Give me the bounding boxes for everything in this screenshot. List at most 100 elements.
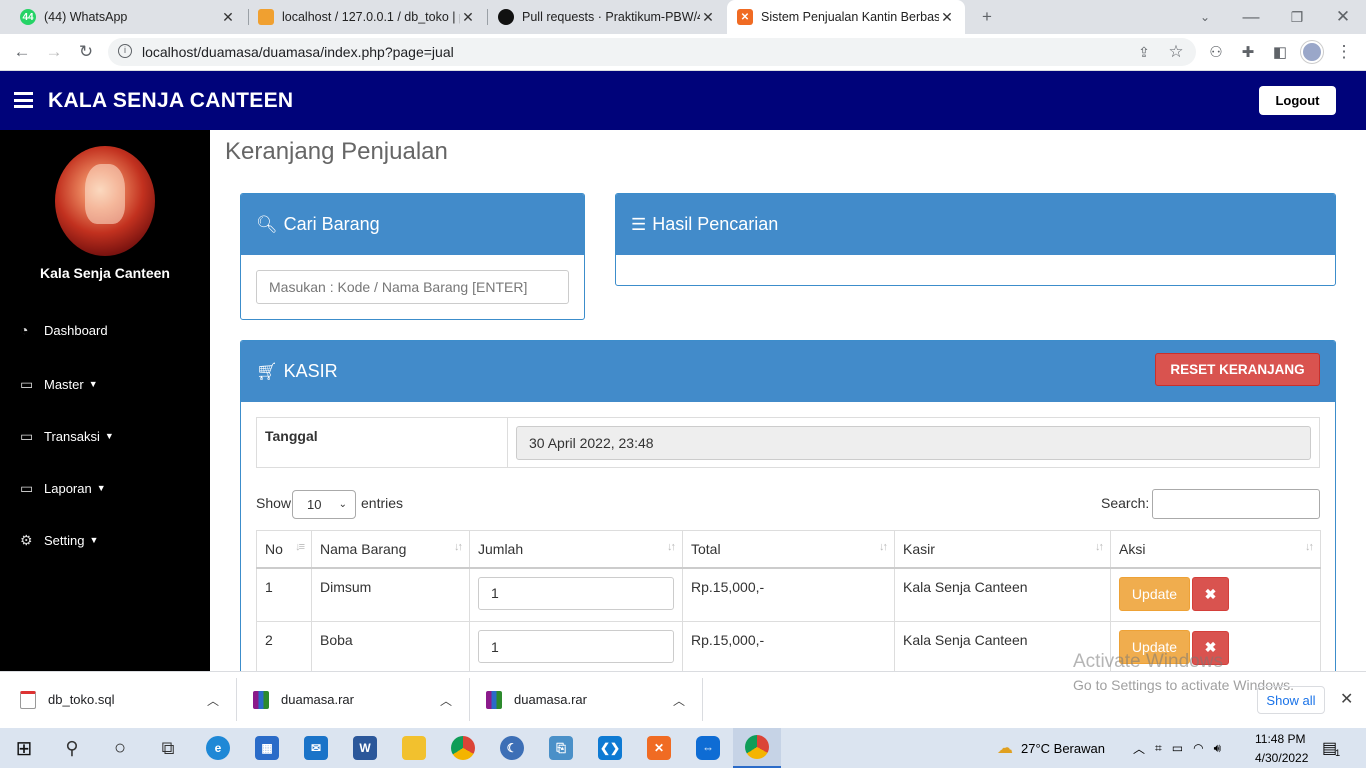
cortana-icon: ○ xyxy=(113,736,127,759)
sort-icon: ↓↑ xyxy=(667,541,676,553)
xampp-icon: ✕ xyxy=(737,9,753,25)
phpmyadmin-icon xyxy=(258,9,274,25)
address-bar[interactable]: i localhost/duamasa/duamasa/index.php?pa… xyxy=(108,38,1196,66)
logout-button[interactable]: Logout xyxy=(1259,86,1336,115)
clock-time[interactable]: 11:48 PM xyxy=(1255,730,1305,748)
taskbar-file-explorer[interactable] xyxy=(390,728,438,768)
close-window-button[interactable]: ✕ xyxy=(1329,3,1357,31)
column-header-total[interactable]: Total ↓↑ xyxy=(682,530,895,569)
sidebar-item-laporan[interactable]: ▭ Laporan ▼ xyxy=(20,478,106,498)
search-input[interactable]: Masukan : Kode / Nama Barang [ENTER] xyxy=(256,270,569,304)
taskbar-app[interactable]: ☾ xyxy=(488,728,536,768)
brand-title[interactable]: KALA SENJA CANTEEN xyxy=(48,89,293,113)
sidebar-item-master[interactable]: ▭ Master ▼ xyxy=(20,374,98,394)
teamviewer-icon: ⇔ xyxy=(696,736,720,760)
chevron-down-icon: ▼ xyxy=(104,431,114,441)
chevron-up-icon[interactable]: ︿ xyxy=(207,692,219,709)
sidebar-item-transaksi[interactable]: ▭ Transaksi ▼ xyxy=(20,426,114,446)
entries-select[interactable]: 10 ⌄ xyxy=(292,490,356,519)
update-button[interactable]: Update xyxy=(1119,576,1190,611)
cell-kasir: Kala Senja Canteen xyxy=(894,567,1111,622)
browser-tab-phpmyadmin[interactable]: localhost / 127.0.0.1 / db_toko | p ✕ xyxy=(248,0,486,34)
taskbar-xampp[interactable]: ✕ xyxy=(635,728,683,768)
extensions-button[interactable]: ✚ xyxy=(1234,38,1262,66)
taskbar-store[interactable]: ▦ xyxy=(243,728,291,768)
download-item[interactable]: db_toko.sql ︿ xyxy=(20,671,235,728)
entries-label: entries xyxy=(361,495,404,511)
download-divider xyxy=(236,678,237,721)
column-header-nama[interactable]: Nama Barang ↓↑ xyxy=(311,530,470,569)
reload-icon: ↻ xyxy=(78,42,94,61)
restore-button[interactable]: ❐ xyxy=(1283,3,1311,31)
quantity-input[interactable]: 1 xyxy=(478,576,674,610)
new-tab-button[interactable]: + xyxy=(973,3,1001,31)
column-header-kasir[interactable]: Kasir ↓↑ xyxy=(894,530,1111,569)
sidebar-item-label: Setting xyxy=(44,532,85,548)
tray-icons[interactable]: ︿ ⌗ ▭ ◠ 🔊︎ xyxy=(1133,728,1221,768)
volume-icon: 🔊︎ xyxy=(1213,740,1222,755)
browser-tab-whatsapp[interactable]: 44 (44) WhatsApp ✕ xyxy=(10,0,246,34)
cell-aksi: Update ✖ xyxy=(1110,567,1321,622)
browser-menu-button[interactable]: ⋮ xyxy=(1330,38,1358,66)
back-button[interactable]: ← xyxy=(8,38,36,66)
show-all-downloads-button[interactable]: Show all xyxy=(1257,686,1325,714)
chevron-up-icon[interactable]: ︿ xyxy=(673,692,685,709)
sidebar-user-name: Kala Senja Canteen xyxy=(40,265,170,281)
extension-button[interactable]: ⚇ xyxy=(1202,38,1230,66)
taskbar-mail[interactable]: ✉ xyxy=(292,728,340,768)
clock-date[interactable]: 4/30/2022 xyxy=(1255,749,1308,767)
cell-nama: Boba xyxy=(311,621,470,676)
share-button[interactable]: ⇪ xyxy=(1130,38,1158,66)
browser-tab-github[interactable]: Pull requests · Praktikum-PBW/4a ✕ xyxy=(488,0,726,34)
cart-icon: 🛒︎ xyxy=(256,361,278,381)
date-field: 30 April 2022, 23:48 xyxy=(516,426,1311,460)
weather-widget[interactable]: ☁ 27°C Berawan xyxy=(997,728,1105,768)
taskbar-teamviewer[interactable]: ⇔ xyxy=(684,728,732,768)
side-panel-button[interactable]: ◧ xyxy=(1266,38,1294,66)
profile-avatar[interactable] xyxy=(1301,41,1323,63)
column-header-no[interactable]: No ↓≡ xyxy=(256,530,312,569)
sort-asc-icon: ↓≡ xyxy=(295,541,305,553)
browser-tab-active[interactable]: ✕ Sistem Penjualan Kantin Berbasis ✕ xyxy=(727,0,965,34)
wifi-icon: ◠ xyxy=(1193,741,1204,755)
taskbar-edge[interactable]: e xyxy=(194,728,242,768)
start-button[interactable]: ⊞ xyxy=(0,728,48,768)
minimize-button[interactable]: — xyxy=(1237,3,1265,31)
task-view-button[interactable]: ⧉ xyxy=(144,728,192,768)
close-tab-icon[interactable]: ✕ xyxy=(460,9,476,26)
chevron-up-icon[interactable]: ︿ xyxy=(440,692,452,709)
taskbar-vscode[interactable]: ❮❯ xyxy=(586,728,634,768)
close-tab-icon[interactable]: ✕ xyxy=(939,9,955,26)
taskbar-search-button[interactable]: ⚲ xyxy=(48,728,96,768)
column-header-jumlah[interactable]: Jumlah ↓↑ xyxy=(469,530,683,569)
taskbar-app[interactable]: ⎘ xyxy=(537,728,585,768)
reload-button[interactable]: ↻ xyxy=(72,38,100,66)
tab-title: Pull requests · Praktikum-PBW/4a xyxy=(522,10,700,24)
rar-file-icon xyxy=(253,690,269,709)
tab-search-button[interactable]: ⌄ xyxy=(1191,3,1219,31)
bookmark-button[interactable]: ☆ xyxy=(1162,38,1190,66)
sidebar-item-dashboard[interactable]: ◔ Dashboard xyxy=(20,320,108,340)
close-tab-icon[interactable]: ✕ xyxy=(700,9,716,26)
close-download-bar-icon[interactable]: ✕ xyxy=(1340,689,1353,709)
table-search-input[interactable] xyxy=(1152,489,1320,519)
cortana-button[interactable]: ○ xyxy=(96,728,144,768)
taskbar-word[interactable]: W xyxy=(341,728,389,768)
forward-button[interactable]: → xyxy=(40,38,68,66)
cell-total: Rp.15,000,- xyxy=(682,567,895,622)
quantity-input[interactable]: 1 xyxy=(478,630,674,663)
sidebar-item-setting[interactable]: ⚙ Setting ▼ xyxy=(20,530,98,550)
column-header-aksi[interactable]: Aksi ↓↑ xyxy=(1110,530,1321,569)
reset-cart-button[interactable]: RESET KERANJANG xyxy=(1155,353,1320,386)
show-label: Show xyxy=(256,495,292,511)
delete-button[interactable]: ✖ xyxy=(1192,577,1229,611)
taskbar-chrome-active[interactable] xyxy=(733,728,781,768)
download-item[interactable]: duamasa.rar ︿ xyxy=(253,671,468,728)
close-tab-icon[interactable]: ✕ xyxy=(220,9,236,26)
tab-title: (44) WhatsApp xyxy=(44,10,128,24)
taskbar-chrome[interactable] xyxy=(439,728,487,768)
entries-value: 10 xyxy=(307,497,322,512)
notification-center-button[interactable]: ▤ 1 xyxy=(1322,728,1340,768)
download-item[interactable]: duamasa.rar ︿ xyxy=(486,671,701,728)
hamburger-menu-icon[interactable] xyxy=(14,92,33,108)
